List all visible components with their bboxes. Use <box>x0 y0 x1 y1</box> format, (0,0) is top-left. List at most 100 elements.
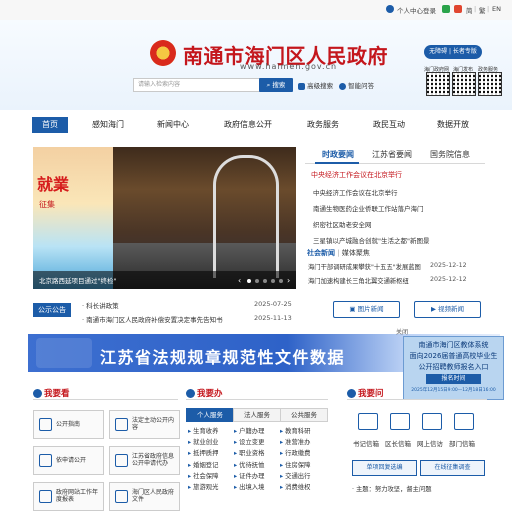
tile-statutory-content[interactable]: 法定主动公开内容 <box>109 410 180 439</box>
login-link[interactable]: 登录 <box>423 5 436 15</box>
report-icon <box>39 490 52 503</box>
section-divider <box>186 399 328 400</box>
service-item[interactable]: ▸ 优待抚恤 <box>234 460 264 469</box>
chat-icon <box>339 82 346 90</box>
lang-en-link[interactable]: EN <box>492 5 501 13</box>
tile-gov-documents[interactable]: 海门区人民政府文件 <box>109 482 180 511</box>
nav-perceive[interactable]: 感知海门 <box>88 117 128 133</box>
carousel-caption[interactable]: 北京路西延项目通过"终检" <box>39 275 116 285</box>
bridge-arch <box>213 155 279 278</box>
service-item[interactable]: ▸ 出境入境 <box>234 482 264 491</box>
lang-cn-link[interactable]: 简 <box>466 5 473 15</box>
monitor-icon[interactable] <box>422 413 442 430</box>
qr-caption: 海门发布 <box>453 67 474 73</box>
nav-open-data[interactable]: 数据开放 <box>432 117 474 133</box>
service-item[interactable]: ▸ 婚姻登记 <box>188 460 218 469</box>
service-item[interactable]: ▸ 抵押质押 <box>188 448 218 457</box>
document-icon <box>115 418 128 431</box>
wechat-icon[interactable] <box>442 5 450 13</box>
service-item[interactable]: ▸ 生育收养 <box>188 426 218 435</box>
search-button[interactable]: ⌕ 搜索 <box>259 78 293 92</box>
dept-mailbox-link[interactable]: 部门信箱 <box>449 438 475 448</box>
online-petition-link[interactable]: 网上信访 <box>417 438 443 448</box>
service-item[interactable]: ▸ 社会保障 <box>188 471 218 480</box>
news-item[interactable]: 南通生物医药企业侨联工作站落户海门 <box>313 203 424 213</box>
sub-news-item[interactable]: 海门干部调研成果攀获"十五五"发展蓝图 <box>308 262 421 271</box>
section-see-label: 我要看 <box>44 389 70 399</box>
carousel-next-icon[interactable]: › <box>287 277 295 285</box>
tab-state-council[interactable]: 国务院信息 <box>430 149 470 160</box>
section-do-title: 我要办 <box>186 387 223 399</box>
service-item[interactable]: ▸ 教育科研 <box>280 426 310 435</box>
news-carousel[interactable]: 就業 征集 北京路西延项目通过"终检" ‹ › <box>33 147 296 289</box>
service-item[interactable]: ▸ 旅游观光 <box>188 482 218 491</box>
signup-time-button[interactable]: 报名时间 <box>426 374 481 384</box>
service-item[interactable]: ▸ 交通出行 <box>280 471 310 480</box>
headline-link[interactable]: 中央经济工作会议在北京举行 <box>311 170 402 180</box>
nav-home[interactable]: 首页 <box>32 117 68 133</box>
mail-icon[interactable] <box>390 413 410 430</box>
float-close-button[interactable]: 关闭 <box>396 327 408 336</box>
tile-annual-report[interactable]: 政府网站工作年度报表 <box>33 482 104 511</box>
carousel-prev-icon[interactable]: ‹ <box>238 277 246 285</box>
notice-tag[interactable]: 公示公告 <box>33 303 71 317</box>
reply-selection-button[interactable]: 单项回复选编 <box>352 460 417 476</box>
service-item-label: 优待抚恤 <box>239 461 265 469</box>
video-news-button[interactable]: ▶ 视频新闻 <box>414 301 481 318</box>
mail-icon[interactable] <box>358 413 378 430</box>
user-center-link[interactable]: 个人中心 <box>397 5 423 15</box>
video-news-label: 视频新闻 <box>438 305 465 313</box>
news-item[interactable]: 织密社区助老安全网 <box>313 219 372 229</box>
tile-open-guide[interactable]: 公开指南 <box>33 410 104 439</box>
weibo-icon[interactable] <box>454 5 462 13</box>
tile-apply-disclosure[interactable]: 依申请公开 <box>33 446 104 475</box>
service-item[interactable]: ▸ 住房保障 <box>280 460 310 469</box>
service-item[interactable]: ▸ 准营准办 <box>280 437 310 446</box>
online-survey-button[interactable]: 在线征集调查 <box>420 460 485 476</box>
service-item[interactable]: ▸ 行政缴费 <box>280 448 310 457</box>
photo-news-button[interactable]: ▣ 图片新闻 <box>333 301 400 318</box>
sub-news-item[interactable]: 海门加速构建长三角北翼交通新枢纽 <box>308 276 409 285</box>
advanced-search-label: 高级搜索 <box>307 82 334 90</box>
carousel-dot[interactable] <box>247 279 251 283</box>
nav-news-center[interactable]: 新闻中心 <box>152 117 194 133</box>
service-item[interactable]: ▸ 消费维权 <box>280 482 310 491</box>
secretary-mailbox-link[interactable]: 书记信箱 <box>353 438 379 448</box>
smart-qa-link[interactable]: 智能问答 <box>339 80 374 90</box>
notice-item[interactable]: · 科长讲政策 <box>82 300 119 310</box>
service-item[interactable]: ▸ 设立变更 <box>234 437 264 446</box>
notice-item[interactable]: · 南通市海门区人民政府补偿安置决定事先告知书 <box>82 314 223 324</box>
news-item[interactable]: 三星镇以产城融合创就"生活之都"新图景 <box>313 235 429 245</box>
service-item[interactable]: ▸ 证件办理 <box>234 471 264 480</box>
mayor-mailbox-link[interactable]: 区长信箱 <box>385 438 411 448</box>
carousel-dot[interactable] <box>271 279 275 283</box>
carousel-dot[interactable] <box>279 279 283 283</box>
tab-public-service[interactable]: 公共服务 <box>280 408 328 422</box>
recruitment-popup[interactable]: 南通市海门区教体系统 面向2026届普通高校毕业生 公开招聘教师报名入口 报名时… <box>403 336 504 400</box>
search-input[interactable]: 请输入检索内容 <box>133 78 263 92</box>
service-item-label: 住房保障 <box>285 461 311 469</box>
service-item[interactable]: ▸ 职业资格 <box>234 448 264 457</box>
nav-gov-info[interactable]: 政府信息公开 <box>220 117 276 133</box>
advanced-search-link[interactable]: 高级搜索 <box>298 80 333 90</box>
ask-list-item[interactable]: · 主题：努力攻坚，督主问题 <box>352 484 432 493</box>
nav-gov-service[interactable]: 政务服务 <box>302 117 344 133</box>
tab-legal-service[interactable]: 法人服务 <box>233 408 281 422</box>
carousel-dot[interactable] <box>255 279 259 283</box>
tab-social-news[interactable]: 社会新闻 <box>307 249 335 257</box>
building-icon[interactable] <box>454 413 474 430</box>
tile-jiangsu-agency[interactable]: 江苏省政府信息公开申请代办 <box>109 446 180 475</box>
service-item[interactable]: ▸ 就业创业 <box>188 437 218 446</box>
tab-media-focus[interactable]: 媒体聚焦 <box>342 249 370 257</box>
news-item[interactable]: 中央经济工作会议在北京举行 <box>313 187 398 197</box>
tile-label: 江苏省政府信息公开申请代办 <box>132 453 175 467</box>
tab-personal-service[interactable]: 个人服务 <box>186 408 234 422</box>
accessible-mode-button[interactable]: 无障碍 | 长者专版 <box>424 45 482 59</box>
carousel-dot[interactable] <box>263 279 267 283</box>
user-icon[interactable] <box>386 5 394 13</box>
lang-tw-link[interactable]: 繁 <box>479 5 486 15</box>
service-item[interactable]: ▸ 户籍办理 <box>234 426 264 435</box>
tab-politics-news[interactable]: 时政要闻 <box>322 149 354 160</box>
nav-interaction[interactable]: 政民互动 <box>368 117 410 133</box>
tab-jiangsu-news[interactable]: 江苏省要闻 <box>372 149 412 160</box>
